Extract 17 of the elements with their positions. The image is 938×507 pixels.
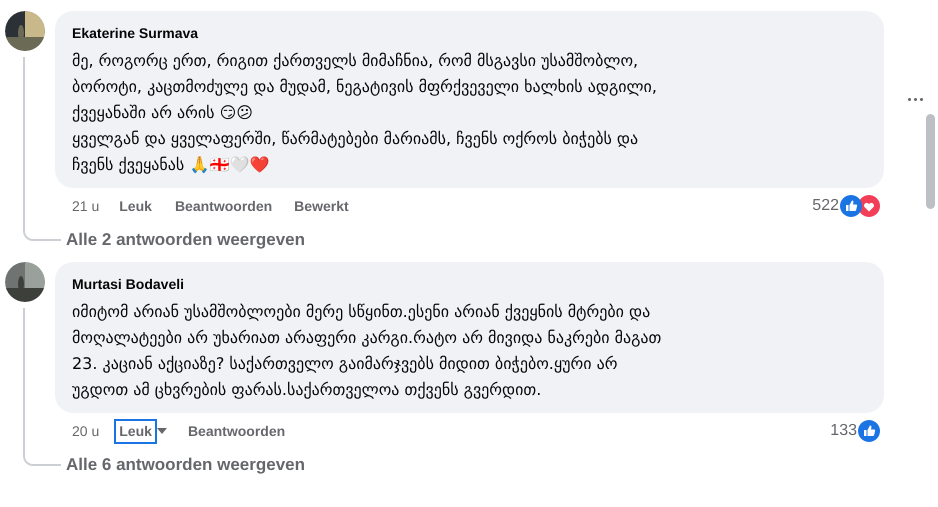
- comment-text: მე, როგორც ერთ, რიგით ქართველს მიმაჩნია, რომ მსგავსი უსამშობლო, ბოროტი, კაცთმოძულე და მუდამ, ნეგატივის მფრქვეველი ხალხის ადგილი, ქვეყანაში არ არის 😏😕 ყველგან და ყველაფერში, წარმატებები მარიამს, ჩვენს ოქროს ბიჭებს და ჩვენს ქვეყანას 🙏🇬🇪🤍❤: [72, 50, 658, 176]
- reaction-count[interactable]: 522: [812, 194, 839, 218]
- like-link[interactable]: Leuk: [116, 196, 155, 216]
- view-replies-link[interactable]: Alle 6 antwoorden weergeven: [66, 452, 306, 478]
- reply-link[interactable]: Beantwoorden: [188, 420, 286, 442]
- author-name[interactable]: Murtasi Bodaveli: [72, 274, 872, 295]
- reaction-count[interactable]: 133: [830, 419, 857, 443]
- scrollbar[interactable]: [926, 114, 935, 209]
- author-name[interactable]: Ekaterine Surmava: [72, 23, 872, 44]
- reply-link[interactable]: Beantwoorden: [174, 196, 272, 216]
- view-replies-link[interactable]: Alle 2 antwoorden weergeven: [66, 227, 306, 253]
- edited-label: Bewerkt: [294, 196, 349, 216]
- comment-text: იმიტომ არიან უსამშობლოები მერე სწყინთ.ესენი არიან ქვეყნის მტრები და მოღალატეები არ უხარიათ არაფერი კარგი.რატო არ მივიდა ნაკრები მაგათ 23. კაციან აქციაზე? საქართველო გაიმარჯვებს მიდით ბიჭებო.ყური არ უგდოთ ამ ცხვრების ფარას.საქართველოა თქვენს გვერდით.: [72, 301, 662, 401]
- caret-icon[interactable]: [156, 427, 168, 435]
- like-link[interactable]: Leuk: [116, 420, 155, 442]
- comment-time[interactable]: 21 u: [72, 196, 100, 216]
- comment-time[interactable]: 20 u: [72, 420, 100, 442]
